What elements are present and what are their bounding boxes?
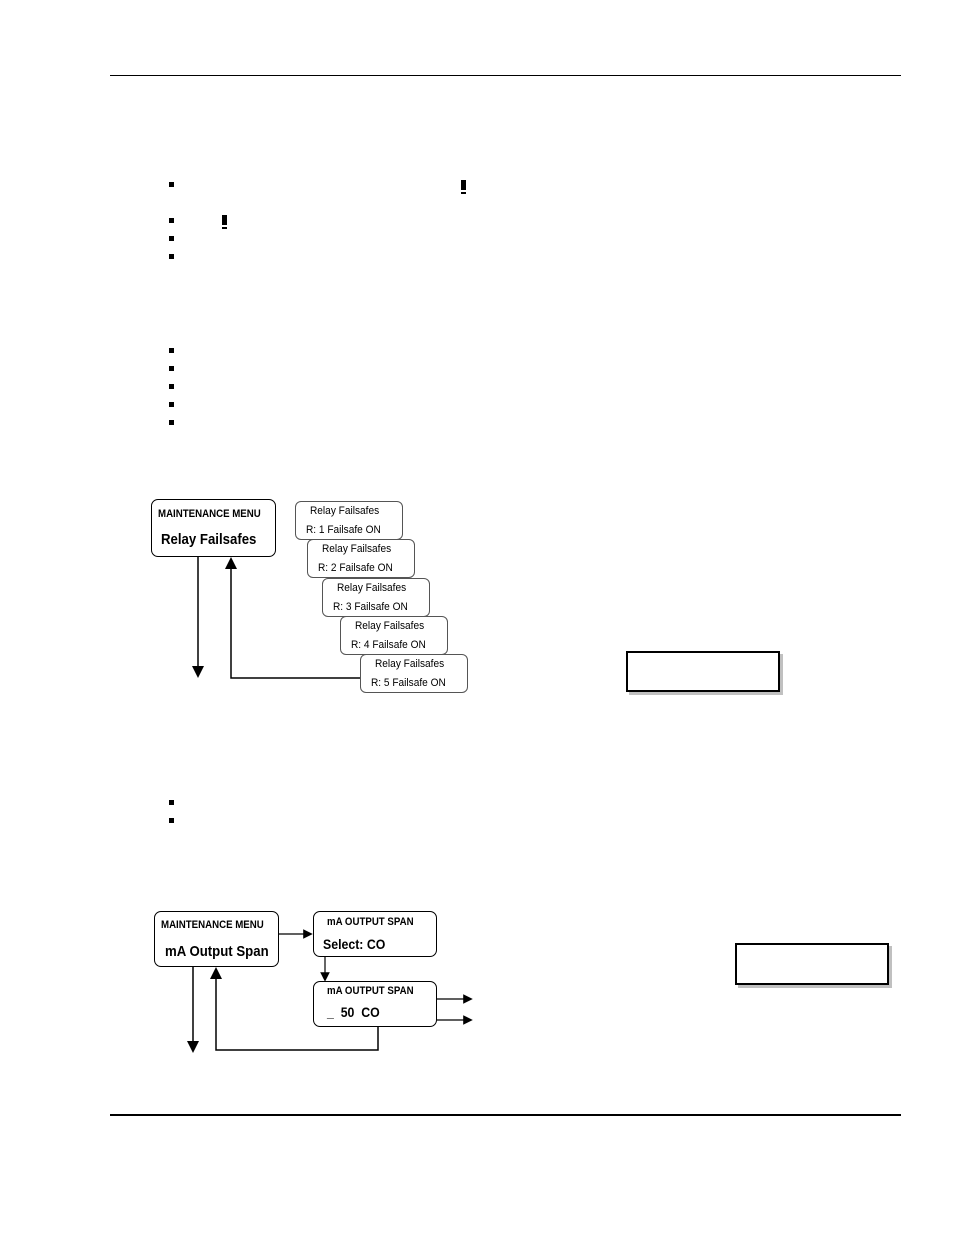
maintenance-menu-screen: MAINTENANCE MENU mA Output Span: [154, 911, 279, 967]
footer-rule: [110, 1114, 901, 1116]
screen-value: Select: CO: [323, 936, 386, 952]
screen-value: _ 50 CO: [327, 1004, 380, 1020]
menu-item: mA Output Span: [165, 943, 269, 960]
menu-title: MAINTENANCE MENU: [161, 919, 264, 931]
screen-title: mA OUTPUT SPAN: [327, 985, 414, 997]
screen-title: mA OUTPUT SPAN: [327, 916, 414, 928]
note-box: [735, 943, 889, 985]
value-screen: mA OUTPUT SPAN _ 50 CO: [313, 981, 437, 1027]
select-screen: mA OUTPUT SPAN Select: CO: [313, 911, 437, 957]
ma-diagram-arrows: [187, 929, 473, 1053]
